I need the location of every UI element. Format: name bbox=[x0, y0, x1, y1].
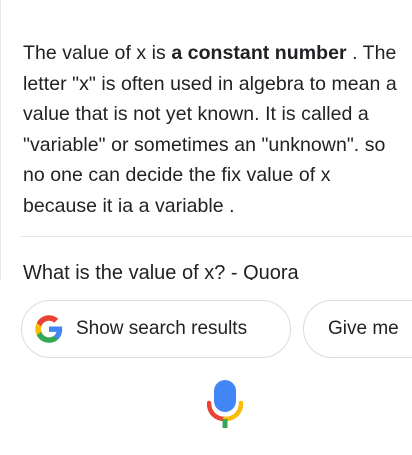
microphone-icon[interactable] bbox=[207, 379, 243, 429]
show-search-results-label: Show search results bbox=[76, 318, 248, 339]
assistant-answer-screen: The value of x is a constant number . Th… bbox=[0, 0, 412, 455]
mic-stand bbox=[222, 419, 228, 428]
mic-capsule bbox=[214, 380, 236, 412]
give-me-chip[interactable]: Give me bbox=[303, 300, 412, 358]
give-me-label: Give me bbox=[328, 318, 399, 339]
card-divider bbox=[21, 236, 412, 237]
show-search-results-chip[interactable]: Show search results bbox=[21, 300, 291, 358]
answer-snippet: The value of x is a constant number . Th… bbox=[23, 38, 409, 221]
answer-prefix: The value of x is bbox=[23, 42, 172, 64]
answer-highlight: a constant number bbox=[171, 42, 347, 64]
google-logo-icon bbox=[35, 315, 63, 343]
answer-rest: . The letter "x" is often used in algebr… bbox=[23, 42, 397, 217]
answer-card: The value of x is a constant number . Th… bbox=[0, 0, 412, 290]
suggestion-chips: Show search results Give me bbox=[0, 300, 412, 360]
card-bottom-edge bbox=[0, 280, 412, 300]
